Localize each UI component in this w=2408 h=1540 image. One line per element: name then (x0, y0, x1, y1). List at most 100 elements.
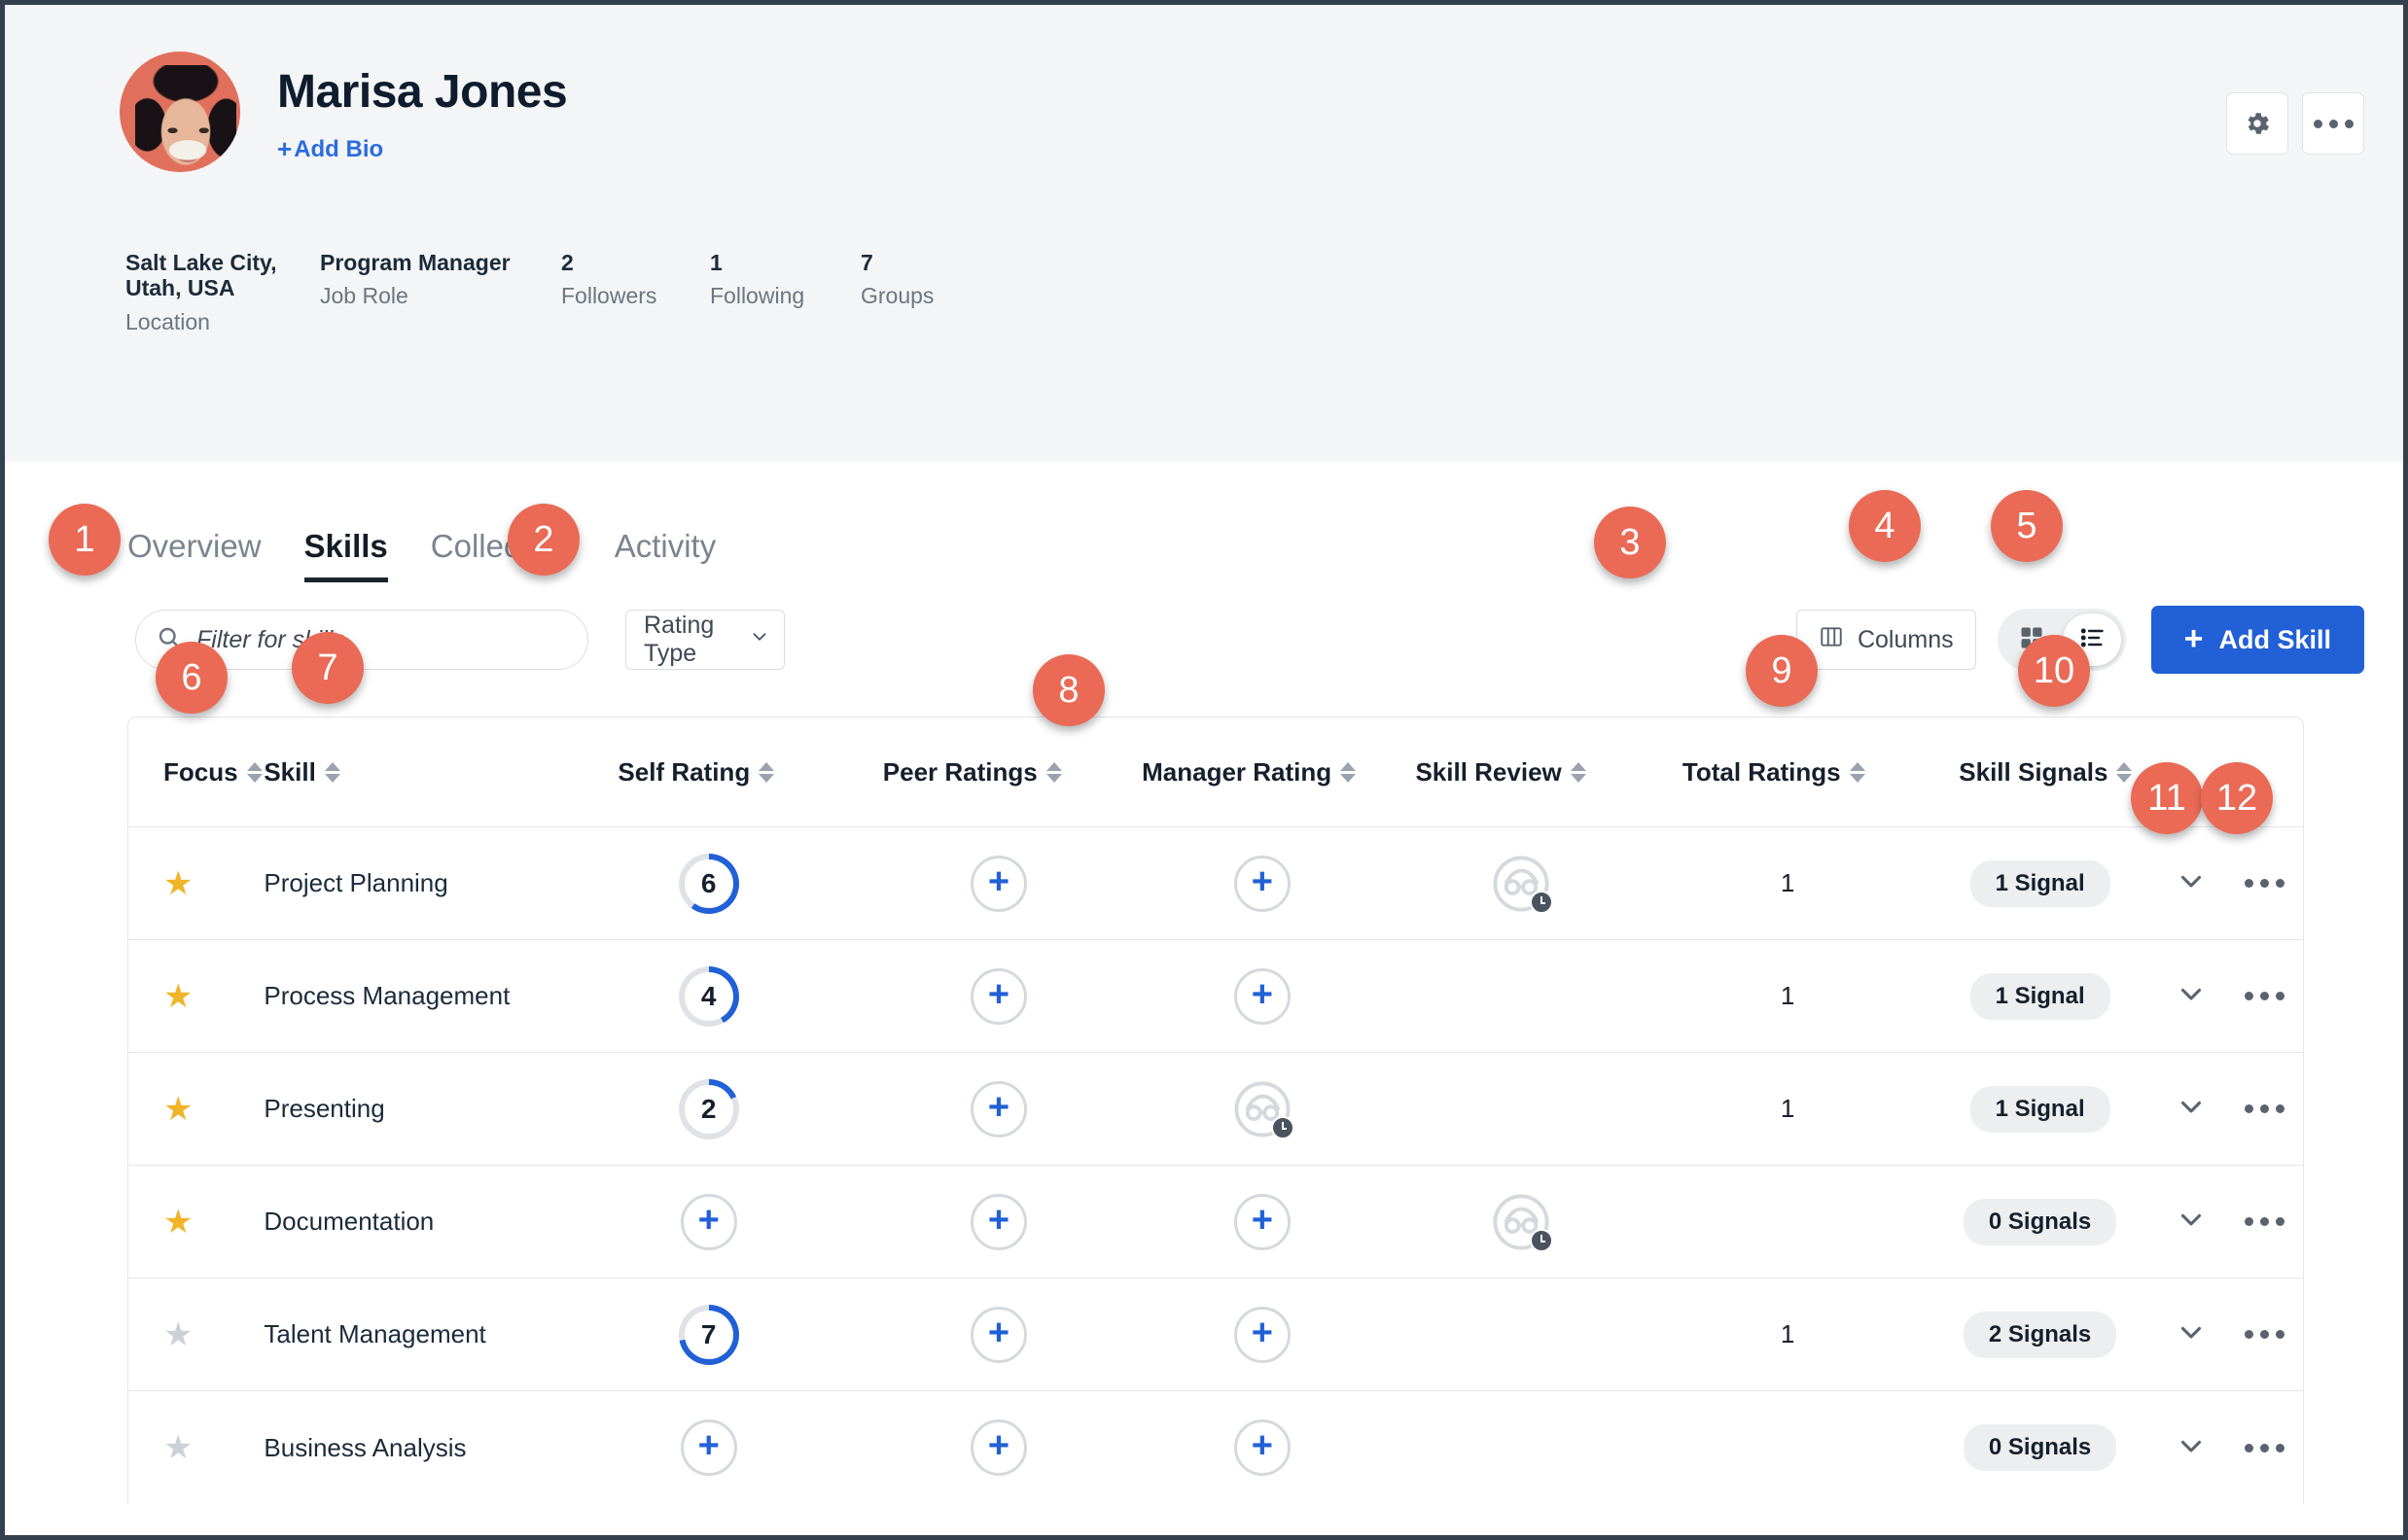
rating-type-label: Rating Type (644, 612, 715, 667)
peer-rating-add-button[interactable]: + (970, 1419, 1027, 1476)
row-more-icon[interactable] (2244, 1443, 2284, 1452)
row-more-icon[interactable] (2244, 879, 2284, 888)
self-rating-add-button[interactable]: + (680, 1193, 737, 1250)
row-expand-chevron-icon[interactable] (2175, 1315, 2208, 1353)
callout-badge-5: 5 (1991, 490, 2063, 562)
row-expand-chevron-icon[interactable] (2175, 1203, 2208, 1241)
self-rating-value: 4 (684, 971, 733, 1021)
focus-star-icon[interactable]: ★ (163, 865, 193, 902)
focus-star-icon[interactable]: ★ (163, 978, 193, 1015)
peer-rating-add-button[interactable]: + (970, 1193, 1027, 1250)
col-header-skill-signals[interactable]: Skill Signals (1959, 757, 2133, 788)
peer-rating-add-button[interactable]: + (970, 967, 1027, 1025)
manager-rating-add-button[interactable]: + (1233, 1419, 1291, 1476)
row-expand-chevron-icon[interactable] (2175, 977, 2208, 1015)
table-row[interactable]: ★ Business Analysis + + +0 Signals (128, 1391, 2303, 1504)
peer-rating-add-button[interactable]: + (970, 1080, 1027, 1138)
add-bio-link[interactable]: + Add Bio (277, 134, 383, 164)
tab-overview[interactable]: Overview (127, 530, 262, 582)
skill-signals-badge[interactable]: 2 Signals (1963, 1311, 2117, 1358)
skill-review-pending-icon[interactable] (1491, 854, 1553, 914)
self-rating-add-button[interactable]: + (680, 1419, 737, 1476)
table-row[interactable]: ★ Talent Management 7 + +1 2 Signals (128, 1278, 2303, 1391)
plus-icon: + (697, 1425, 720, 1467)
skill-signals-badge[interactable]: 1 Signal (1969, 972, 2110, 1020)
plus-icon: + (987, 1312, 1010, 1353)
col-header-peer-ratings[interactable]: Peer Ratings (883, 757, 1062, 788)
clock-badge-icon (1529, 1228, 1553, 1252)
col-header-manager-rating[interactable]: Manager Rating (1142, 757, 1357, 788)
skill-signals-badge[interactable]: 0 Signals (1963, 1424, 2117, 1471)
profile-more-button[interactable] (2302, 92, 2364, 155)
row-expand-chevron-icon[interactable] (2175, 1429, 2208, 1467)
col-header-self-rating[interactable]: Self Rating (618, 757, 775, 788)
skill-signals-badge[interactable]: 1 Signal (1969, 1085, 2110, 1133)
table-row[interactable]: ★ Documentation + + +0 Signals (128, 1166, 2303, 1278)
skills-table: Focus Skill Self Rating Peer Ratings Man… (127, 717, 2304, 1504)
row-more-icon[interactable] (2244, 1330, 2284, 1339)
self-rating-ring[interactable]: 7 (678, 1304, 739, 1365)
add-skill-button[interactable]: + Add Skill (2150, 606, 2364, 674)
self-rating-value: 6 (684, 858, 733, 908)
meta-groups[interactable]: 7 Groups (861, 250, 997, 309)
plus-icon: + (697, 1199, 720, 1241)
callout-badge-7: 7 (292, 632, 364, 704)
row-expand-chevron-icon[interactable] (2175, 864, 2208, 902)
callout-badge-11: 11 (2131, 762, 2203, 834)
row-expand-chevron-icon[interactable] (2175, 1090, 2208, 1128)
focus-star-icon[interactable]: ★ (163, 1429, 193, 1466)
skill-name[interactable]: Project Planning (264, 868, 447, 897)
manager-rating-add-button[interactable]: + (1233, 855, 1291, 912)
meta-following[interactable]: 1 Following (710, 250, 861, 309)
manager-rating-add-button[interactable]: + (1233, 967, 1291, 1025)
row-more-icon[interactable] (2244, 992, 2284, 1000)
callout-badge-1: 1 (49, 504, 121, 576)
row-more-icon[interactable] (2244, 1217, 2284, 1226)
table-row[interactable]: ★ Process Management 4 + +1 1 Signal (128, 940, 2303, 1053)
focus-star-icon[interactable]: ★ (163, 1316, 193, 1353)
skill-signals-badge[interactable]: 0 Signals (1963, 1198, 2117, 1245)
manager-rating-add-button[interactable]: + (1233, 1306, 1291, 1363)
skill-name[interactable]: Documentation (264, 1207, 434, 1236)
plus-icon: + (1251, 1312, 1273, 1353)
skill-name[interactable]: Presenting (264, 1094, 384, 1123)
row-more-icon[interactable] (2244, 1104, 2284, 1113)
plus-icon: + (1251, 973, 1273, 1015)
self-rating-ring[interactable]: 4 (678, 965, 739, 1027)
focus-star-icon[interactable]: ★ (163, 1091, 193, 1128)
meta-followers[interactable]: 2 Followers (561, 250, 710, 309)
skill-name[interactable]: Process Management (264, 981, 510, 1010)
self-rating-ring[interactable]: 2 (678, 1078, 739, 1139)
skill-review-pending-icon[interactable] (1232, 1079, 1294, 1139)
profile-actions (2226, 92, 2364, 155)
callout-badge-12: 12 (2201, 762, 2273, 834)
columns-button[interactable]: Columns (1795, 610, 1976, 670)
table-row[interactable]: ★ Presenting 2 +1 1 Signal (128, 1053, 2303, 1166)
manager-rating-add-button[interactable]: + (1233, 1193, 1291, 1250)
skill-signals-badge[interactable]: 1 Signal (1969, 859, 2110, 907)
search-input[interactable] (196, 625, 568, 654)
ellipsis-icon (2313, 119, 2354, 128)
tab-skills[interactable]: Skills (303, 530, 388, 582)
add-skill-label: Add Skill (2218, 624, 2331, 654)
tab-activity[interactable]: Activity (615, 530, 717, 582)
table-row[interactable]: ★ Project Planning 6 + +1 1 Signal (128, 827, 2303, 940)
skill-review-pending-icon[interactable] (1491, 1192, 1553, 1252)
settings-button[interactable] (2226, 92, 2288, 155)
skill-name[interactable]: Business Analysis (264, 1433, 466, 1462)
peer-rating-add-button[interactable]: + (970, 1306, 1027, 1363)
self-rating-ring[interactable]: 6 (678, 853, 739, 914)
callout-badge-9: 9 (1746, 635, 1818, 707)
col-header-total-ratings[interactable]: Total Ratings (1682, 757, 1865, 788)
rating-type-select[interactable]: Rating Type (625, 610, 785, 670)
col-header-skill[interactable]: Skill (264, 757, 553, 788)
focus-star-icon[interactable]: ★ (163, 1204, 193, 1241)
clock-badge-icon (1270, 1115, 1294, 1139)
skill-name[interactable]: Talent Management (264, 1319, 485, 1348)
plus-icon: + (1251, 860, 1273, 902)
peer-rating-add-button[interactable]: + (970, 855, 1027, 912)
col-header-focus[interactable]: Focus (163, 757, 264, 788)
col-header-skill-review[interactable]: Skill Review (1415, 757, 1586, 788)
meta-location: Salt Lake City, Utah, USA Location (125, 250, 277, 334)
callout-badge-2: 2 (508, 504, 580, 576)
